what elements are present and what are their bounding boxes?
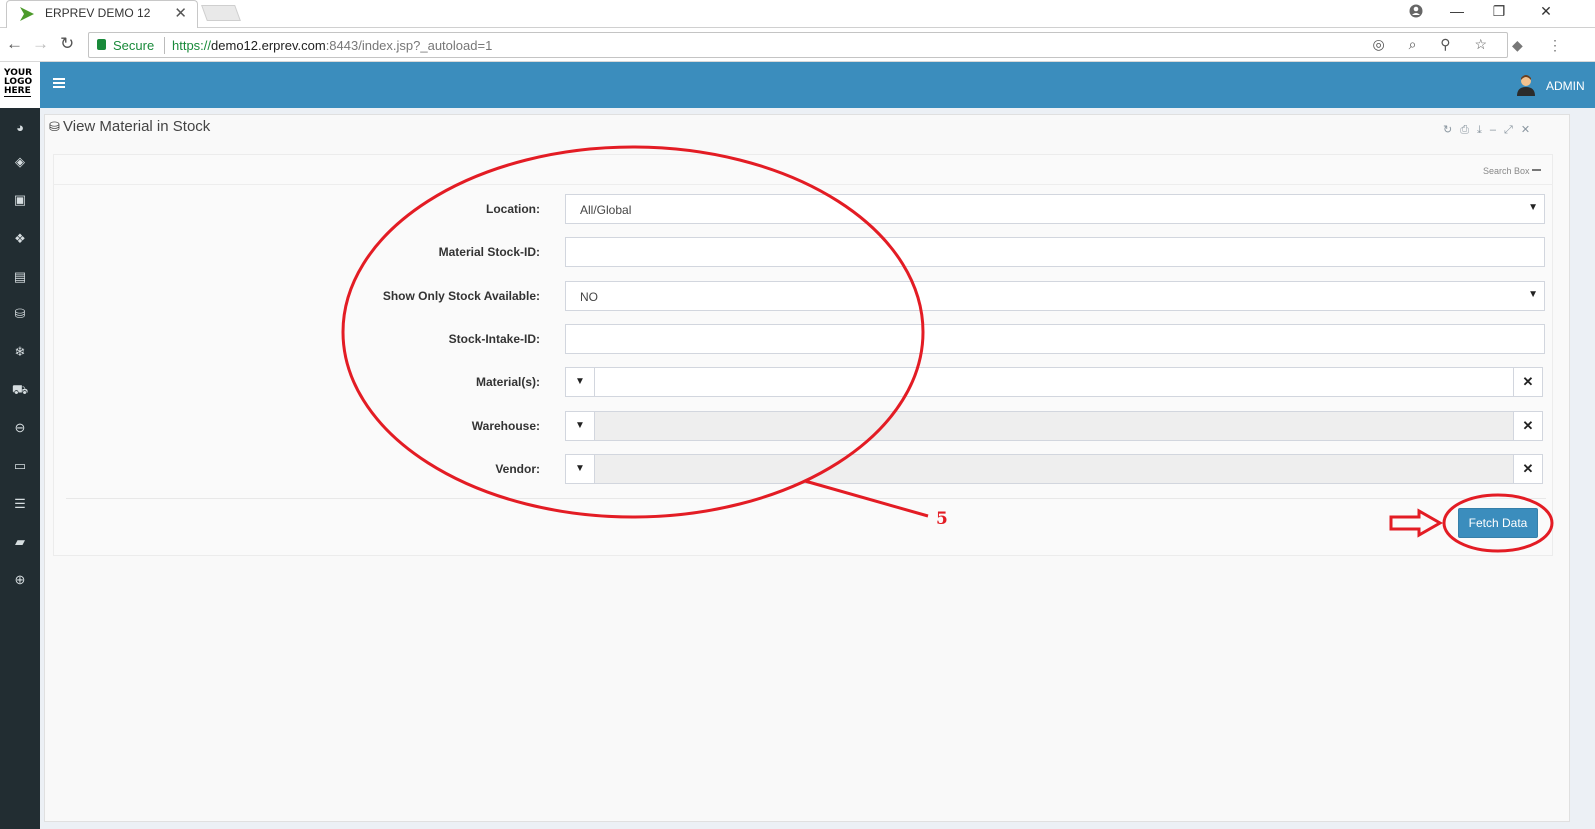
caret-down-icon: ▼ [575,420,585,431]
caret-down-icon: ▼ [575,463,585,474]
vendor-clear-button[interactable]: ✕ [1513,454,1543,484]
extension-icon[interactable]: ◆ [1512,37,1523,54]
secure-label: Secure [113,38,155,53]
location-select[interactable]: All/Global ▼ [565,194,1545,224]
stock-id-label: Material Stock-ID: [438,245,540,259]
browser-toolbar: ← → ↻ Secure https://demo12.erprev.com:8… [0,28,1595,62]
lifebuoy-icon[interactable]: ⊕ [10,570,30,590]
back-arrow-icon[interactable]: ← [6,34,23,54]
stack-icon[interactable]: ☰ [10,494,30,514]
materials-dropdown-button[interactable]: ▼ [565,367,595,397]
fetch-data-button[interactable]: Fetch Data [1458,508,1538,538]
refresh-icon[interactable]: ↻ [1443,124,1460,136]
new-tab-button[interactable] [201,5,241,21]
clear-icon: ✕ [1522,418,1534,433]
vendor-label: Vendor: [495,462,540,476]
profile-icon[interactable] [1393,0,1439,28]
intake-id-label: Stock-Intake-ID: [448,332,540,346]
vendor-dropdown-button[interactable]: ▼ [565,454,595,484]
close-window-button[interactable]: ✕ [1523,0,1569,28]
form-divider [66,498,1546,499]
tab-close-icon[interactable]: ✕ [174,4,187,22]
separator [164,37,165,54]
expand-icon[interactable]: ⤢ [1504,124,1521,136]
page-title: View Material in Stock [63,118,211,135]
reload-icon[interactable]: ↻ [60,34,74,54]
print-icon[interactable]: ⎙ [1460,124,1477,136]
form-labels: Location: Material Stock-ID: Show Only S… [340,0,540,500]
logo: YOUR LOGO HERE [0,62,40,108]
address-bar[interactable]: Secure https://demo12.erprev.com:8443/in… [88,32,1508,58]
panel-tools[interactable]: ↻⎙⤓–⤢✕ [1443,123,1538,137]
app-header [0,62,1595,108]
divider [53,184,1553,185]
hamburger-menu-icon[interactable] [53,78,65,88]
user-name[interactable]: ADMIN [1546,79,1585,93]
materials-input[interactable] [594,367,1514,397]
minimize-panel-icon[interactable]: – [1490,124,1504,136]
cart-icon[interactable]: ⛟ [10,380,30,400]
logo-line: HERE [4,86,31,97]
search-box-label: Search Box [1483,166,1530,176]
materials-label: Material(s): [475,375,540,389]
monitor-icon[interactable]: ▭ [10,456,30,476]
clear-icon: ✕ [1522,374,1534,389]
location-label: Location: [486,202,540,216]
location-value: All/Global [580,203,632,217]
forward-arrow-icon[interactable]: → [32,34,49,54]
vendor-input [594,454,1514,484]
stock-id-input[interactable] [565,237,1545,267]
warehouse-clear-button[interactable]: ✕ [1513,411,1543,441]
circle-minus-icon[interactable]: ⊖ [10,418,30,438]
close-panel-icon[interactable]: ✕ [1521,124,1538,136]
browser-tab-bar: ERPREV DEMO 12 ✕ — ❐ ✕ [0,0,1595,28]
intake-id-input[interactable] [565,324,1545,354]
show-only-select[interactable]: NO ▼ [565,281,1545,311]
materials-clear-button[interactable]: ✕ [1513,367,1543,397]
warehouse-label: Warehouse: [471,419,540,433]
collapse-search-box-icon[interactable] [1532,169,1541,171]
url-scheme: https:// [172,38,212,53]
dropdown-caret-icon: ▼ [1528,202,1538,213]
minimize-button[interactable]: — [1434,0,1480,28]
dropdown-caret-icon: ▼ [1528,289,1538,300]
annotation-number: 5 [936,509,948,529]
menu-icon[interactable]: ⋮ [1548,37,1562,54]
maximize-button[interactable]: ❐ [1476,0,1522,28]
book-icon[interactable]: ▰ [10,532,30,552]
show-only-value: NO [580,290,598,304]
snowflake-icon[interactable]: ❄ [10,342,30,362]
warehouse-dropdown-button[interactable]: ▼ [565,411,595,441]
clear-icon: ✕ [1522,461,1534,476]
stock-cup-icon: ⛁ [49,119,60,134]
browser-tab[interactable]: ERPREV DEMO 12 ✕ [6,0,198,28]
tab-title: ERPREV DEMO 12 [45,6,151,20]
building-icon[interactable]: ▤ [10,267,30,287]
lock-icon [97,39,106,50]
tag-icon[interactable]: ◈ [10,152,30,172]
sidebar: ◕ ◈ ▣ ❖ ▤ ⛁ ❄ ⛟ ⊖ ▭ ☰ ▰ ⊕ [0,108,40,829]
cubes-icon[interactable]: ❖ [10,229,30,249]
warehouse-input [594,411,1514,441]
erprev-favicon-icon [20,7,34,21]
omnibox-icons[interactable]: ◎ ⌕ ⚲ ☆ [1372,36,1497,53]
dashboard-icon[interactable]: ◕ [10,118,30,138]
database-cup-icon[interactable]: ⛁ [10,304,30,324]
url-host: demo12.erprev.com [211,38,326,53]
caret-down-icon: ▼ [575,376,585,387]
money-icon[interactable]: ▣ [10,190,30,210]
download-icon[interactable]: ⤓ [1477,124,1490,136]
show-only-label: Show Only Stock Available: [382,289,540,303]
user-avatar-icon[interactable] [1516,74,1536,96]
